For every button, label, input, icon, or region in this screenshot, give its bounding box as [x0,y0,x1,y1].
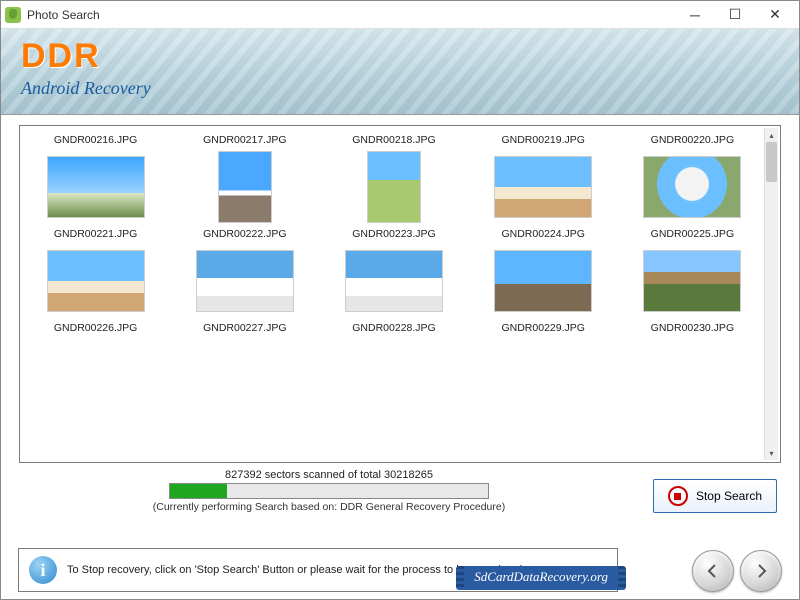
maximize-button[interactable]: ☐ [715,1,755,29]
file-label[interactable]: GNDR00227.JPG [175,320,314,336]
thumbnail[interactable] [474,246,613,316]
brand-logo: DDR [21,37,779,76]
progress-subtext: (Currently performing Search based on: D… [23,501,635,513]
thumbnail[interactable] [474,152,613,222]
forward-button[interactable] [740,550,782,592]
thumbnail[interactable] [26,152,165,222]
thumbnail[interactable] [623,246,762,316]
stop-search-button[interactable]: Stop Search [653,479,777,513]
file-label[interactable]: GNDR00219.JPG [474,132,613,148]
file-label[interactable]: GNDR00222.JPG [175,226,314,242]
thumbnail[interactable] [324,152,463,222]
window-title: Photo Search [27,8,100,22]
scroll-up-button[interactable]: ▴ [765,128,778,142]
thumbnail[interactable] [623,152,762,222]
scroll-down-button[interactable]: ▾ [765,446,778,460]
file-label[interactable]: GNDR00220.JPG [623,132,762,148]
vertical-scrollbar[interactable]: ▴ ▾ [764,128,778,460]
file-label[interactable]: GNDR00229.JPG [474,320,613,336]
thumbnail[interactable] [324,246,463,316]
close-button[interactable]: ✕ [755,1,795,29]
website-badge: SdCardDataRecovery.org [460,566,622,590]
thumbnail[interactable] [26,246,165,316]
progress-bar [169,483,489,499]
progress-block: 827392 sectors scanned of total 30218265… [23,469,635,513]
progress-fill [170,484,227,498]
file-label[interactable]: GNDR00223.JPG [324,226,463,242]
info-icon: i [29,556,57,584]
chevron-right-icon [753,563,769,579]
thumbnail[interactable] [175,246,314,316]
titlebar: Photo Search ─ ☐ ✕ [1,1,799,29]
file-label[interactable]: GNDR00221.JPG [26,226,165,242]
minimize-button[interactable]: ─ [675,1,715,29]
app-icon [5,7,21,23]
file-label[interactable]: GNDR00224.JPG [474,226,613,242]
file-label[interactable]: GNDR00228.JPG [324,320,463,336]
thumbnail[interactable] [175,152,314,222]
app-header: DDR Android Recovery [1,29,799,115]
app-subtitle: Android Recovery [21,78,779,99]
file-label[interactable]: GNDR00230.JPG [623,320,762,336]
scrollbar-thumb[interactable] [766,142,777,182]
file-label[interactable]: GNDR00218.JPG [324,132,463,148]
results-panel: GNDR00216.JPG GNDR00217.JPG GNDR00218.JP… [19,125,781,463]
file-label[interactable]: GNDR00217.JPG [175,132,314,148]
stop-icon [668,486,688,506]
content-area: GNDR00216.JPG GNDR00217.JPG GNDR00218.JP… [1,115,799,517]
thumbnail-grid: GNDR00216.JPG GNDR00217.JPG GNDR00218.JP… [26,132,762,456]
footer: i To Stop recovery, click on 'Stop Searc… [18,548,782,592]
file-label[interactable]: GNDR00216.JPG [26,132,165,148]
file-label[interactable]: GNDR00225.JPG [623,226,762,242]
stop-button-label: Stop Search [696,489,762,503]
progress-row: 827392 sectors scanned of total 30218265… [19,469,781,513]
file-label[interactable]: GNDR00226.JPG [26,320,165,336]
nav-buttons [692,550,782,592]
back-button[interactable] [692,550,734,592]
progress-text: 827392 sectors scanned of total 30218265 [23,469,635,481]
chevron-left-icon [705,563,721,579]
